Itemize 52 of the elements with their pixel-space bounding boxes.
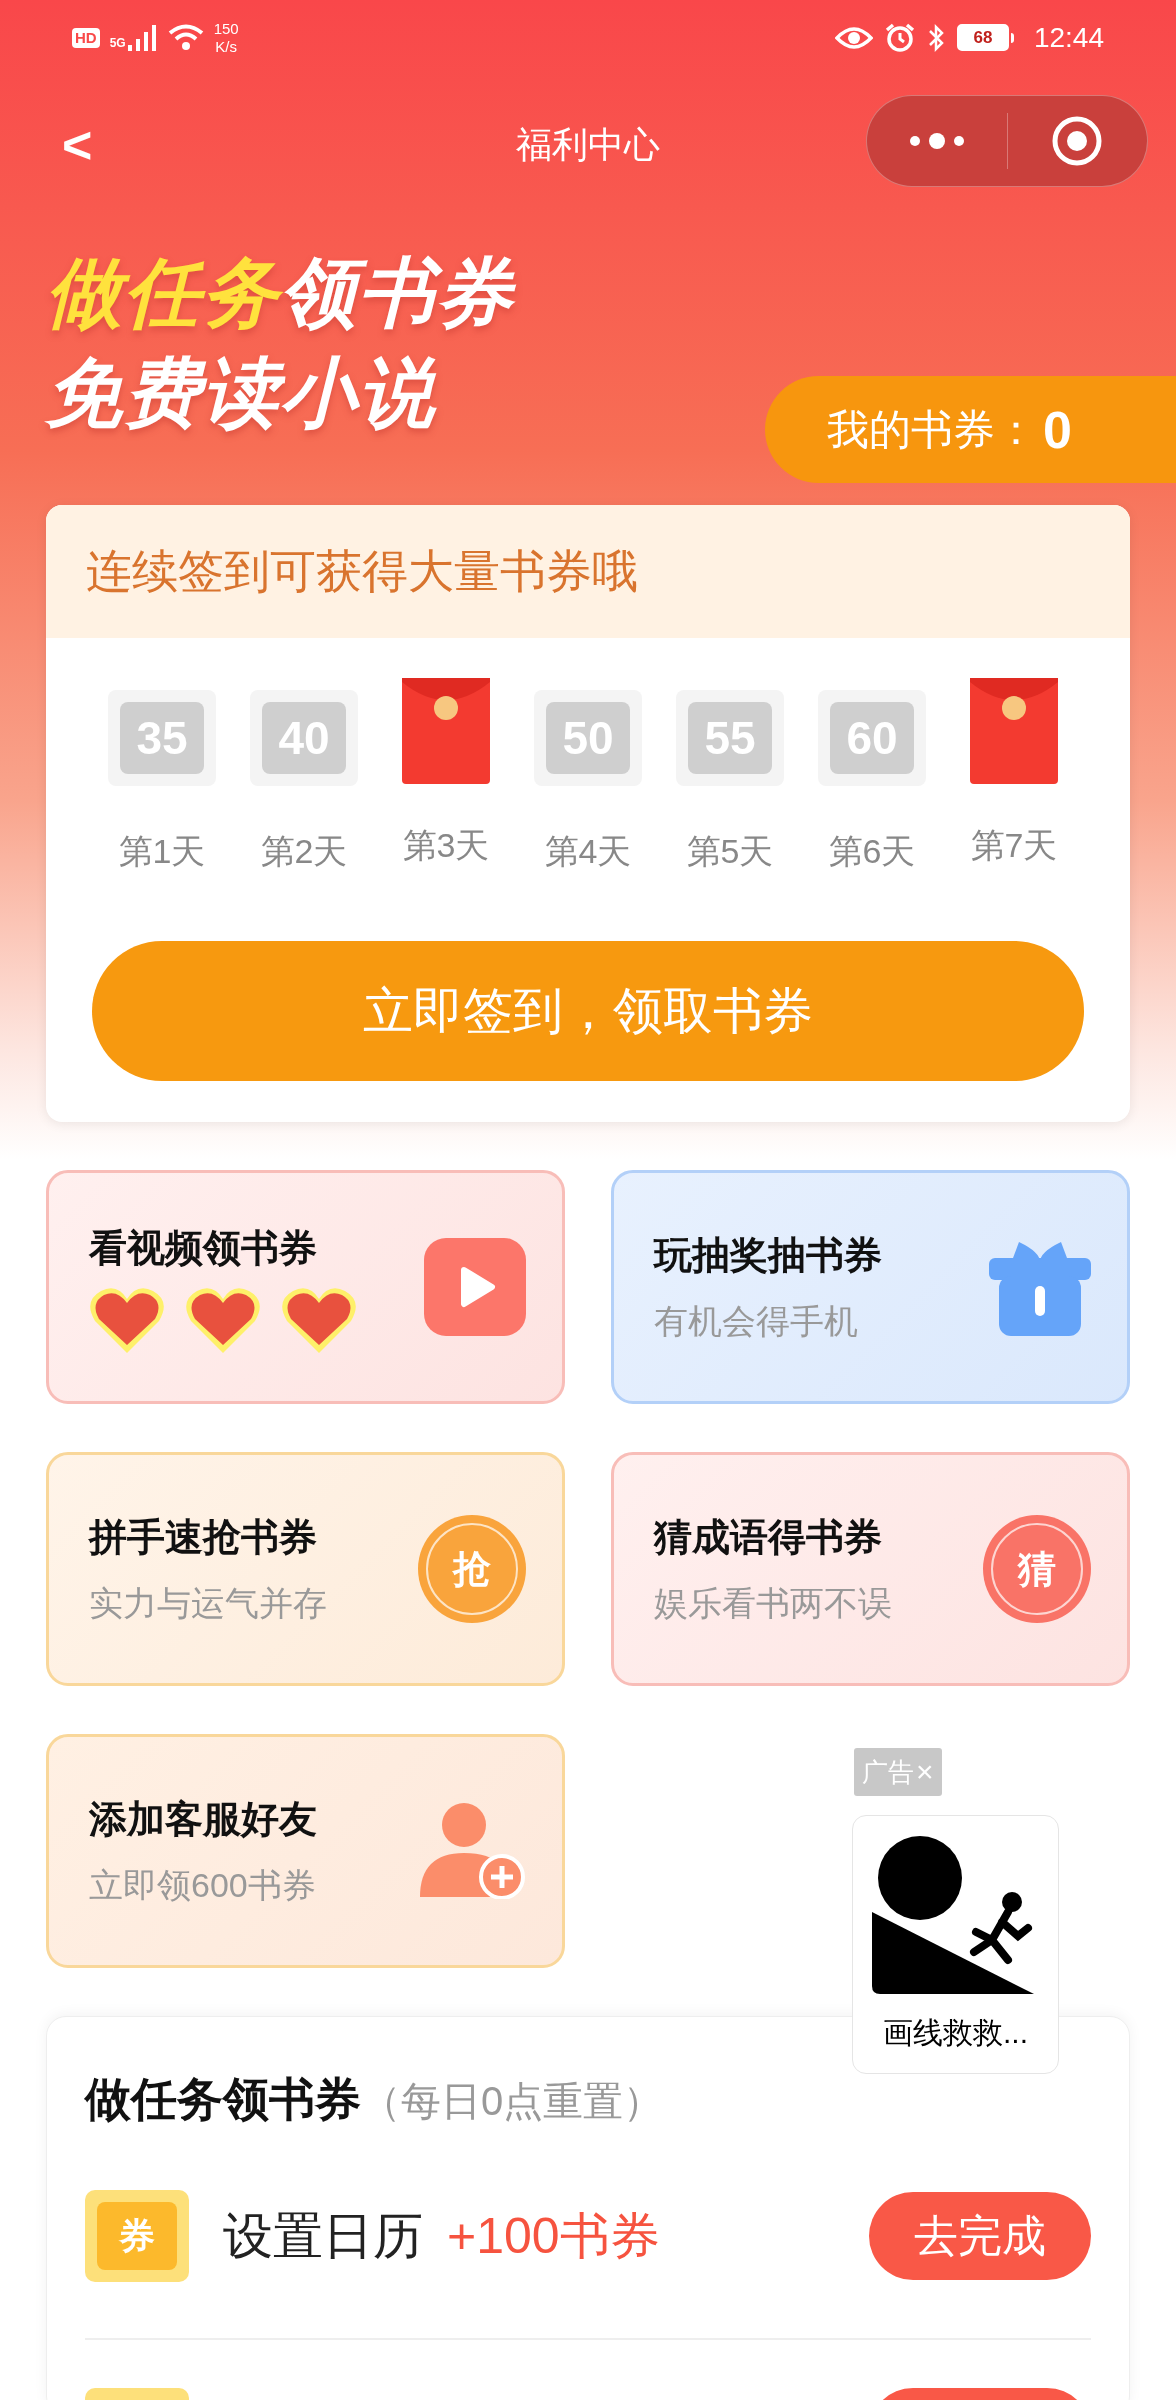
day-label: 第7天 (970, 825, 1058, 866)
ad-card[interactable]: 画线救救... (852, 1815, 1059, 2074)
day-label: 第6天 (828, 831, 916, 872)
section-title: 做任务领书券 (85, 2072, 361, 2127)
hd-badge: HD (72, 27, 100, 48)
alarm-icon (884, 22, 915, 53)
signin-hint: 连续签到可获得大量书券哦 (86, 544, 638, 599)
task-subtitle: 有机会得手机 (654, 1301, 859, 1342)
speed-unit: K/s (215, 37, 238, 56)
day-label: 第1天 (118, 831, 206, 872)
envelope-icon (970, 678, 1058, 784)
task-subtitle: 娱乐看书两不误 (654, 1583, 892, 1624)
day-label: 第5天 (686, 831, 774, 872)
clock-time: 12:44 (1033, 20, 1104, 55)
icon-glyph: 抢 (426, 1523, 518, 1615)
day-label: 第4天 (544, 831, 632, 872)
task-card[interactable]: 猜成语得书券 娱乐看书两不误 猜 (611, 1452, 1130, 1686)
page-title: 福利中心 (516, 123, 660, 167)
play-icon (424, 1238, 526, 1336)
task-title: 添加客服好友 (89, 1797, 317, 1842)
wifi-icon (167, 23, 204, 52)
envelope-icon (402, 678, 490, 784)
task-title: 拼手速抢书券 (89, 1515, 318, 1560)
task-subtitle: 立即领600书券 (89, 1865, 317, 1906)
battery-level: 68 (973, 29, 993, 46)
task-title: 看视频领书券 (89, 1225, 318, 1271)
task-card[interactable]: 玩抽奖抽书券 有机会得手机 (611, 1170, 1130, 1404)
banner-slogan: 免费读小说 (46, 355, 436, 431)
task-card[interactable]: 添加客服好友 立即领600书券 (46, 1734, 565, 1968)
task-title: 猜成语得书券 (654, 1515, 883, 1560)
balance-label: 我的书券： (827, 405, 1037, 455)
signal-icon (127, 24, 158, 51)
bluetooth-icon (926, 22, 945, 53)
section-note: （每日0点重置） (361, 2078, 664, 2125)
task-title: 玩抽奖抽书券 (654, 1233, 882, 1278)
task-reward: +100书券 (447, 2206, 660, 2266)
network-label: 5G (109, 34, 126, 52)
task-subtitle: 实力与运气并存 (89, 1583, 327, 1624)
ad-caption: 画线救救... (883, 2015, 1028, 2051)
icon-glyph: 猜 (991, 1523, 1083, 1615)
task-card[interactable]: 拼手速抢书券 实力与运气并存 抢 (46, 1452, 565, 1686)
target-icon (1051, 115, 1104, 167)
balance-value: 0 (1043, 399, 1072, 461)
banner-slogan: 做任务领书券 (46, 255, 514, 331)
icon-glyph: 券 (97, 2202, 177, 2270)
task-name: 设置日历 (223, 2206, 423, 2266)
speed-value: 150 (213, 19, 239, 38)
eye-icon (834, 25, 873, 50)
day-label: 第2天 (260, 831, 348, 872)
task-card[interactable]: 看视频领书券 (46, 1170, 565, 1404)
day-label: 第3天 (402, 825, 490, 866)
add-user-icon (420, 1803, 526, 1899)
